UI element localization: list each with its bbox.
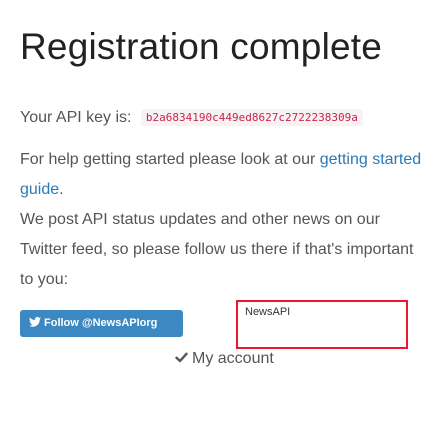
newsapi-embed-label: NewsAPI <box>245 306 291 318</box>
page-title: Registration complete <box>20 26 383 67</box>
help-paragraph: For help getting started please look at … <box>20 145 430 205</box>
help-text-before: For help getting started please look at … <box>20 151 320 168</box>
api-key-label: Your API key is: <box>20 109 132 126</box>
newsapi-embed-frame[interactable]: NewsAPI <box>236 300 408 349</box>
check-icon <box>175 352 188 363</box>
my-account-button[interactable]: My account <box>175 346 274 371</box>
my-account-label: My account <box>192 350 274 367</box>
api-key-row: Your API key is: b2a6834190c449ed8627c27… <box>20 108 363 128</box>
help-text-after: . <box>59 181 64 198</box>
twitter-icon <box>29 317 41 327</box>
follow-twitter-button[interactable]: Follow @NewsAPIorg <box>20 310 183 337</box>
news-paragraph: We post API status updates and other new… <box>20 211 414 288</box>
api-key-value[interactable]: b2a6834190c449ed8627c2722238309a <box>140 109 363 126</box>
follow-button-label: Follow @NewsAPIorg <box>44 317 158 329</box>
